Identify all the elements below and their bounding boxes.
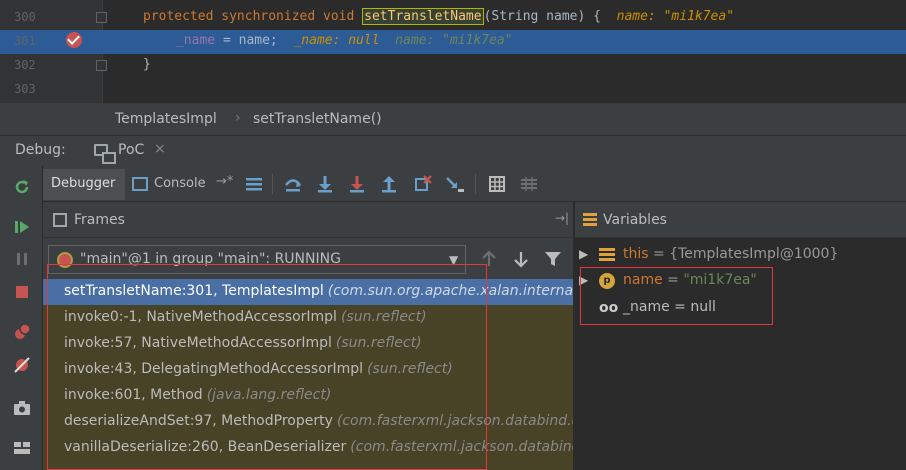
frame-item[interactable]: vanillaDeserialize:260, BeanDeserializer… — [43, 435, 573, 461]
session-label: PoC — [118, 142, 145, 158]
toolbar-separator — [475, 174, 476, 194]
tab-debugger[interactable]: Debugger — [43, 169, 125, 200]
method-name-highlight: setTransletName — [362, 8, 484, 25]
breakpoint-icon[interactable] — [66, 32, 82, 48]
fold-marker-icon[interactable] — [96, 12, 107, 23]
tab-console-label: Console — [154, 176, 206, 191]
line-number: 302 — [14, 58, 36, 72]
code-line-301-current[interactable]: 301 _name = name; _name: null name: "mi1… — [0, 30, 906, 54]
debug-tool-window-header: Debug: PoC × — [0, 136, 906, 166]
layout-settings-icon[interactable] — [13, 439, 31, 457]
expand-arrow-icon[interactable]: ▶ — [579, 273, 588, 287]
variables-header: Variables — [575, 202, 906, 238]
inline-debug-value: _name: null — [293, 33, 380, 48]
pause-icon[interactable] — [13, 250, 31, 268]
thread-status-icon — [57, 252, 73, 268]
frame-item[interactable]: deserializeAndSet:97, MethodProperty (com… — [43, 409, 573, 435]
camera-icon[interactable] — [13, 399, 31, 417]
inline-debug-value: name: "mi1k7ea" — [395, 33, 513, 48]
frames-list[interactable]: setTransletName:301, TemplatesImpl (com.s… — [43, 279, 573, 470]
code-line-300[interactable]: 300 protected synchronized void setTrans… — [0, 6, 906, 30]
restore-layout-icon[interactable]: →| — [555, 211, 569, 225]
menu-icon[interactable] — [244, 174, 264, 194]
code-line-302[interactable]: 302 } — [0, 54, 906, 78]
frames-panel: Frames →| "main"@1 in group "main": RUNN… — [43, 202, 573, 470]
debugger-toolbar: Debugger Console →* — [43, 166, 906, 202]
evaluate-expression-icon[interactable] — [487, 174, 507, 194]
parameter-icon: p — [599, 273, 615, 289]
line-number: 300 — [14, 10, 36, 24]
rerun-icon[interactable] — [13, 178, 31, 196]
code-text: protected synchronized void setTransletN… — [143, 8, 735, 25]
run-to-cursor-icon[interactable] — [445, 174, 465, 194]
trace-stream-icon[interactable] — [519, 174, 539, 194]
tab-console[interactable]: Console →* — [130, 169, 238, 200]
view-breakpoints-icon[interactable] — [13, 323, 31, 341]
toolbar-separator — [272, 174, 273, 194]
breadcrumb-class[interactable]: TemplatesImpl — [115, 111, 217, 127]
fold-marker-icon[interactable] — [96, 60, 107, 71]
variables-icon — [583, 213, 597, 227]
force-step-into-icon[interactable] — [347, 174, 367, 194]
code-editor[interactable]: 300 protected synchronized void setTrans… — [0, 0, 906, 103]
thread-selector[interactable]: "main"@1 in group "main": RUNNING ▼ — [48, 245, 466, 274]
expand-arrow-icon[interactable]: ▶ — [579, 247, 588, 261]
thread-selector-value: "main"@1 in group "main": RUNNING — [80, 251, 341, 267]
breadcrumb: TemplatesImpl › setTransletName() — [0, 103, 906, 136]
variable-row-field-name[interactable]: oo _name = null — [575, 296, 906, 320]
code-text: _name = name; _name: null name: "mi1k7ea… — [176, 33, 513, 48]
object-list-icon — [599, 248, 615, 262]
frames-title: Frames — [74, 212, 125, 228]
code-line-303[interactable]: 303 — [0, 78, 906, 102]
code-text: } — [143, 57, 151, 72]
filter-icon[interactable] — [543, 249, 563, 269]
step-into-icon[interactable] — [315, 174, 335, 194]
frame-item[interactable]: invoke:601, Method (java.lang.reflect) — [43, 383, 573, 409]
debug-title: Debug: — [15, 142, 66, 158]
resume-icon[interactable] — [13, 218, 31, 236]
stop-icon[interactable] — [13, 283, 31, 301]
previous-frame-icon[interactable] — [479, 249, 499, 269]
breadcrumb-separator-icon: › — [235, 110, 241, 126]
step-out-icon[interactable] — [379, 174, 399, 194]
watch-field-icon: oo — [599, 300, 619, 316]
variables-panel: Variables ▶ this = {TemplatesImpl@1000} … — [575, 202, 906, 470]
inline-debug-value: name: "mi1k7ea" — [616, 9, 735, 24]
tab-debugger-label: Debugger — [51, 176, 116, 191]
drop-frame-icon[interactable] — [413, 174, 433, 194]
debug-session-tab[interactable]: PoC × — [88, 136, 182, 166]
step-over-icon[interactable] — [283, 174, 303, 194]
mute-breakpoints-icon[interactable] — [13, 356, 31, 374]
console-icon — [132, 177, 148, 191]
debug-side-toolbar — [0, 166, 43, 470]
frames-header: Frames →| — [43, 202, 573, 238]
frame-item[interactable]: invoke0:-1, NativeMethodAccessorImpl (sun… — [43, 305, 573, 331]
breadcrumb-method[interactable]: setTransletName() — [253, 111, 382, 127]
variables-title: Variables — [603, 212, 667, 228]
dropdown-arrow-icon[interactable]: ▼ — [449, 253, 458, 267]
frames-icon — [53, 213, 67, 227]
frame-item[interactable]: invoke:43, DelegatingMethodAccessorImpl(… — [43, 357, 573, 383]
line-number: 301 — [14, 34, 36, 48]
frame-item-selected[interactable]: setTransletName:301, TemplatesImpl (com.s… — [43, 279, 573, 305]
variable-row-this[interactable]: ▶ this = {TemplatesImpl@1000} — [575, 243, 906, 267]
variable-row-name[interactable]: ▶ p name = "mi1k7ea" — [575, 269, 906, 293]
frame-item[interactable]: invoke:57, NativeMethodAccessorImpl (sun.… — [43, 331, 573, 357]
session-window-icon — [94, 144, 116, 164]
close-icon[interactable]: × — [154, 141, 166, 157]
console-restore-icon[interactable]: →* — [216, 174, 233, 189]
next-frame-icon[interactable] — [511, 249, 531, 269]
line-number: 303 — [14, 82, 36, 96]
